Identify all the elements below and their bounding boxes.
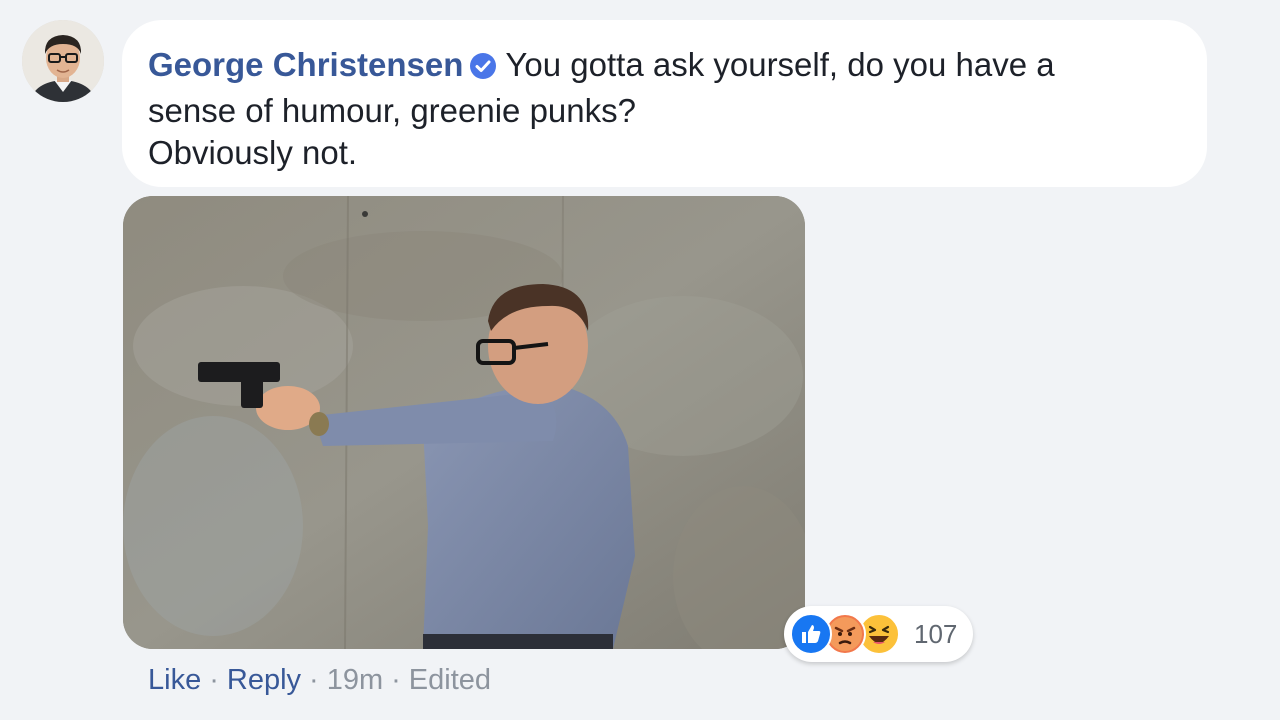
comment-bubble: George Christensen You gotta ask yourself… [122, 20, 1207, 187]
comment-actions: Like · Reply · 19m · Edited [148, 664, 491, 697]
reaction-count: 107 [914, 618, 958, 649]
comment-text-2: sense of humour, greenie punks? [148, 92, 636, 129]
like-link[interactable]: Like [148, 664, 201, 696]
comment-line-1: George Christensen You gotta ask yourself… [148, 44, 1181, 90]
reactions-summary[interactable]: 107 [784, 606, 973, 662]
separator: · [391, 664, 401, 696]
reply-link[interactable]: Reply [227, 664, 301, 696]
avatar[interactable] [22, 20, 104, 102]
like-icon [790, 613, 832, 655]
verified-badge-icon [469, 48, 497, 90]
edited-label[interactable]: Edited [409, 664, 491, 696]
separator: · [209, 664, 219, 696]
separator: · [309, 664, 319, 696]
author-name[interactable]: George Christensen [148, 46, 463, 83]
comment-photo[interactable] [123, 196, 805, 649]
comment-text-1: You gotta ask yourself, do you have a [505, 46, 1055, 83]
comment-page: George Christensen You gotta ask yourself… [0, 0, 1280, 720]
profile-photo [22, 20, 104, 102]
photo-image [123, 196, 805, 649]
comment-text-3: Obviously not. [148, 134, 358, 171]
timestamp[interactable]: 19m [327, 664, 383, 696]
